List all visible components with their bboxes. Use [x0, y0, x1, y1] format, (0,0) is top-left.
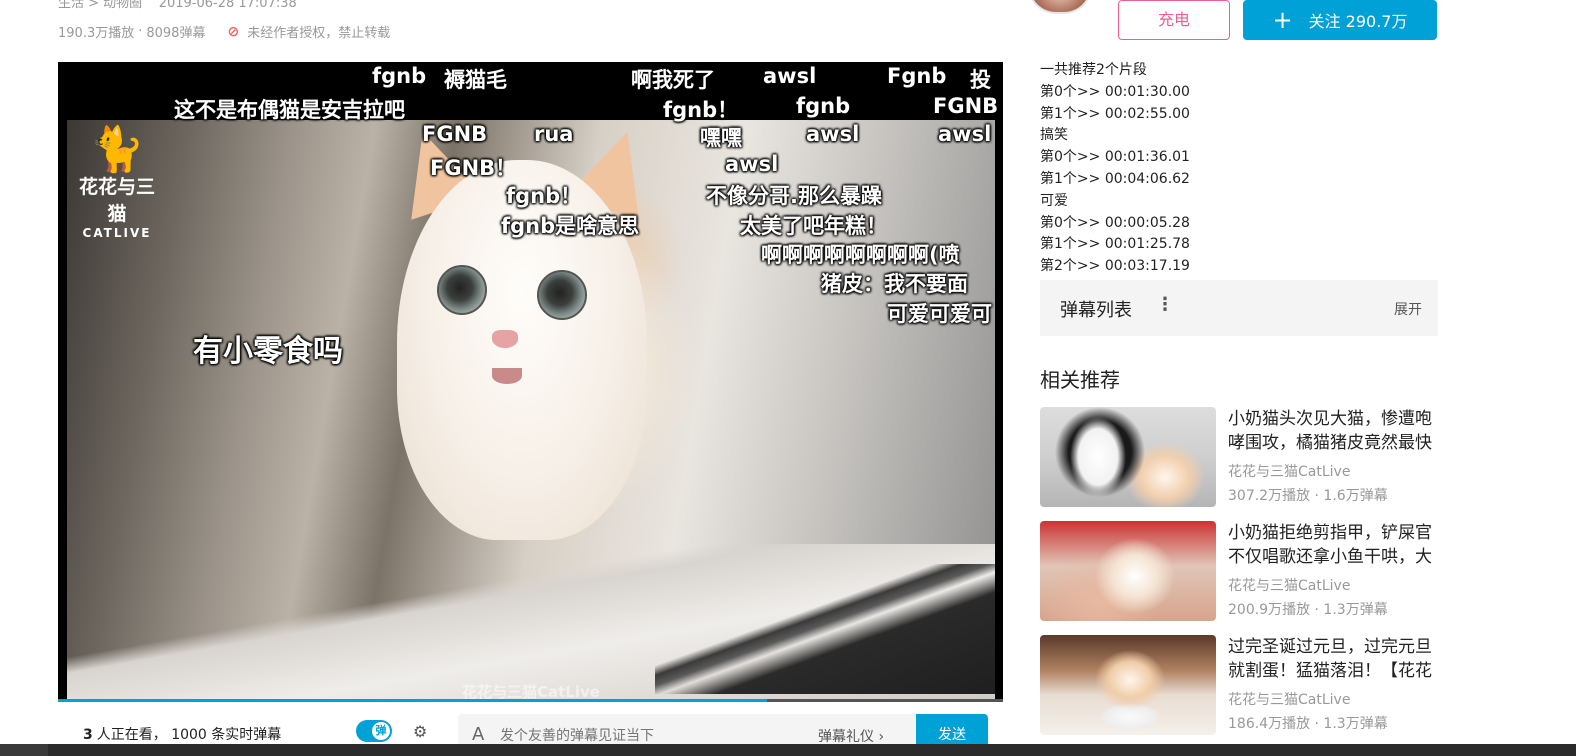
viewer-info: 3 人正在看， 1000 条实时弹幕 — [83, 724, 281, 744]
danmaku-item: 啊我死了 — [631, 68, 715, 92]
danmaku-item: 嘿嘿 — [700, 126, 742, 150]
channel-logo: 🐈 花花与三猫 CATLIVE — [72, 124, 162, 241]
danmaku-item: fgnb — [796, 94, 851, 118]
video-thumbnail[interactable] — [1040, 521, 1216, 621]
danmaku-item: 可爱可爱可 — [887, 302, 992, 326]
related-video-stats: 200.9万播放 · 1.3万弹幕 — [1228, 602, 1388, 618]
danmaku-item: FGNB — [933, 94, 999, 118]
follow-button[interactable]: + 关注 290.7万 — [1243, 0, 1437, 40]
charge-button[interactable]: 充电 — [1118, 0, 1230, 40]
taskbar — [0, 744, 1576, 756]
more-options-icon[interactable]: ⋮ — [1156, 294, 1174, 315]
danmaku-item: fgnb！ — [506, 184, 582, 208]
related-video-uploader[interactable]: 花花与三猫CatLive — [1228, 689, 1350, 709]
progress-bar[interactable] — [58, 699, 1003, 702]
related-video-stats: 186.4万播放 · 1.3万弹幕 — [1228, 716, 1388, 732]
danmaku-item: 不像分哥.那么暴躁 — [706, 184, 882, 208]
danmaku-item: 褥猫毛 — [444, 68, 507, 92]
play-count: 190.3万播放 — [58, 26, 135, 41]
cat-eye-left — [437, 265, 487, 315]
segment-link[interactable]: 第0个>> 00:01:36.01 — [1040, 147, 1190, 169]
video-page: 生活 > 动物圈 2019-06-28 17:07:38 190.3万播放 · … — [0, 0, 1576, 756]
logo-text-en: CATLIVE — [82, 226, 152, 240]
segment-link[interactable]: 第2个>> 00:03:17.19 — [1040, 256, 1190, 278]
font-style-icon[interactable]: A — [472, 724, 484, 745]
danmaku-item: awsl — [725, 152, 779, 176]
related-video-title[interactable]: 过完圣诞过元旦，过完元旦就割蛋！猛猫落泪！【花花 — [1228, 635, 1440, 683]
danmaku-item: 这不是布偶猫是安吉拉吧 — [174, 98, 405, 122]
realtime-danmaku: 1000 条实时弹幕 — [171, 727, 282, 743]
danmaku-item: FGNB — [422, 122, 488, 146]
danmaku-toggle-knob: 弹 — [372, 722, 390, 740]
related-video[interactable]: 小奶猫头次见大猫，惨遭咆哮围攻，橘猫猪皮竟然最快 花花与三猫CatLive 30… — [1040, 407, 1440, 507]
related-video[interactable]: 小奶猫拒绝剪指甲，铲屎官不仅唱歌还拿小鱼干哄，大 花花与三猫CatLive 20… — [1040, 521, 1440, 621]
window-rail — [655, 564, 995, 694]
danmaku-item: fgnb是啥意思 — [501, 214, 640, 238]
segment-link[interactable]: 第0个>> 00:01:30.00 — [1040, 82, 1190, 104]
danmaku-item: fgnb — [372, 64, 427, 88]
danmaku-count: 8098弹幕 — [146, 26, 206, 41]
danmaku-item: fgnb！ — [663, 98, 739, 122]
related-video-title[interactable]: 小奶猫拒绝剪指甲，铲屎官不仅唱歌还拿小鱼干哄，大 — [1228, 521, 1440, 569]
copyright-notice: 未经作者授权，禁止转载 — [247, 26, 391, 41]
segment-group-label: 搞笑 — [1040, 127, 1068, 144]
progress-fill — [58, 699, 767, 702]
danmaku-item: 猪皮：我不要面 — [821, 272, 968, 296]
segment-link[interactable]: 第1个>> 00:01:25.78 — [1040, 234, 1190, 256]
danmaku-item: 有小零食吗 — [193, 334, 343, 369]
cat-mouth — [492, 368, 522, 384]
viewer-text: 人正在看， — [96, 727, 167, 743]
breadcrumb[interactable]: 生活 > 动物圈 — [58, 0, 142, 11]
danmaku-settings-icon[interactable]: ⚙ — [413, 722, 427, 741]
segment-link[interactable]: 第1个>> 00:02:55.00 — [1040, 104, 1190, 126]
cat-eye-right — [537, 270, 587, 320]
danmaku-item: FGNB！ — [430, 156, 517, 180]
expand-button[interactable]: 展开 — [1394, 299, 1422, 319]
related-video[interactable]: 过完圣诞过元旦，过完元旦就割蛋！猛猫落泪！【花花 花花与三猫CatLive 18… — [1040, 635, 1440, 735]
start-button[interactable] — [0, 744, 48, 756]
video-thumbnail[interactable] — [1040, 635, 1216, 735]
danmaku-toggle[interactable]: 弹 — [356, 720, 392, 742]
video-meta-top: 生活 > 动物圈 2019-06-28 17:07:38 — [58, 0, 297, 11]
danmaku-etiquette-link[interactable]: 弹幕礼仪 › — [818, 726, 884, 746]
danmaku-item: awsl — [938, 122, 992, 146]
related-video-title[interactable]: 小奶猫头次见大猫，惨遭咆哮围攻，橘猫猪皮竟然最快 — [1228, 407, 1440, 455]
danmaku-list-panel[interactable]: 弹幕列表 ⋮ 展开 — [1040, 280, 1438, 336]
video-player[interactable]: 🐈 花花与三猫 CATLIVE 花花与三猫CatLive fgnb 褥猫毛 啊我… — [58, 62, 1003, 702]
segment-group-label: 可爱 — [1040, 192, 1068, 209]
danmaku-item: awsl — [763, 64, 817, 88]
segment-link[interactable]: 第1个>> 00:04:06.62 — [1040, 169, 1190, 191]
danmaku-list-title: 弹幕列表 — [1060, 300, 1132, 321]
uploader-avatar[interactable] — [1028, 0, 1092, 14]
danmaku-item: 太美了吧年糕！ — [740, 214, 887, 238]
video-thumbnail[interactable] — [1040, 407, 1216, 507]
related-video-uploader[interactable]: 花花与三猫CatLive — [1228, 461, 1350, 481]
danmaku-item: 投 — [970, 68, 991, 92]
related-video-uploader[interactable]: 花花与三猫CatLive — [1228, 575, 1350, 595]
no-repost-icon: ⊘ — [227, 23, 240, 40]
cat-nose — [492, 330, 518, 348]
danmaku-item: awsl — [806, 122, 860, 146]
logo-text-cn: 花花与三猫 — [78, 176, 155, 225]
stats-separator: · — [138, 24, 143, 39]
follow-label: 关注 290.7万 — [1308, 12, 1408, 31]
recommended-segments: 一共推荐2个片段 第0个>> 00:01:30.00 第1个>> 00:02:5… — [1040, 60, 1190, 278]
related-title: 相关推荐 — [1040, 368, 1120, 392]
segment-summary: 一共推荐2个片段 — [1040, 62, 1147, 78]
danmaku-item: Fgnb — [887, 64, 947, 88]
danmaku-item: 啊啊啊啊啊啊啊啊(喷 — [761, 243, 960, 267]
viewer-count: 3 — [83, 727, 93, 743]
video-stats: 190.3万播放 · 8098弹幕 ⊘ 未经作者授权，禁止转载 — [58, 22, 391, 42]
danmaku-item: rua — [534, 122, 574, 146]
plus-icon: + — [1272, 6, 1293, 34]
publish-time: 2019-06-28 17:07:38 — [158, 0, 297, 11]
cat-logo-icon: 🐈 — [89, 124, 145, 175]
related-video-stats: 307.2万播放 · 1.6万弹幕 — [1228, 488, 1388, 504]
segment-link[interactable]: 第0个>> 00:00:05.28 — [1040, 213, 1190, 235]
